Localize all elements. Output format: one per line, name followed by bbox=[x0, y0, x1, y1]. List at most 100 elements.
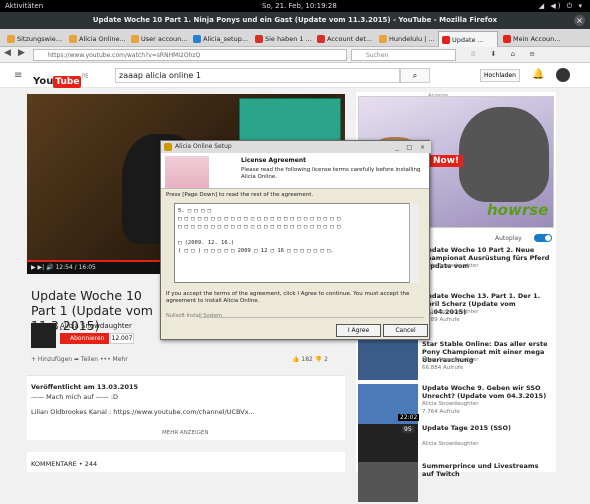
video-actions[interactable]: + Hinzufügen ➦ Teilen ••• Mehr bbox=[31, 356, 128, 363]
clock[interactable]: So, 21. Feb, 10:19:28 bbox=[262, 2, 337, 10]
search-input[interactable]: Suchen bbox=[351, 49, 456, 61]
browser-tab[interactable]: Sitzungswie... bbox=[4, 31, 64, 47]
account-avatar[interactable] bbox=[556, 68, 570, 82]
forward-button[interactable]: ▶ bbox=[18, 48, 25, 58]
browser-tab[interactable]: Alicia Online... bbox=[66, 31, 126, 47]
video-thumbnail[interactable]: 95 bbox=[358, 424, 418, 464]
dialog-heading: License Agreement bbox=[241, 157, 307, 164]
recommended-video-channel: Alicia Snowdaughter bbox=[422, 263, 479, 269]
recommended-video[interactable]: 22:02 Update Woche 9. Geben wir SSO Unrec… bbox=[358, 384, 554, 426]
browser-tab[interactable]: User accoun... bbox=[128, 31, 188, 47]
autoplay-toggle[interactable] bbox=[534, 234, 552, 242]
window-close-button[interactable]: × bbox=[574, 15, 585, 26]
recommended-video-views: 7.764 Aufrufe bbox=[422, 409, 460, 415]
license-text-line: □ (2009. 12. 16.) bbox=[178, 240, 235, 246]
tab-label: Account det... bbox=[327, 35, 373, 43]
guide-menu-icon[interactable]: ≡ bbox=[14, 70, 22, 81]
recommended-video-title[interactable]: Update Tage 2015 (SSO) bbox=[422, 424, 552, 432]
gnome-top-bar: Aktivitäten So, 21. Feb, 10:19:28 ◢ ◀) ⏻… bbox=[0, 0, 590, 12]
browser-tab[interactable]: Update ... bbox=[438, 31, 498, 47]
video-thumbnail[interactable]: 22:02 bbox=[358, 384, 420, 424]
recommended-video-title[interactable]: Summerprince und Livestreams auf Twitch bbox=[422, 462, 552, 478]
publish-date: Veröffentlicht am 13.03.2015 bbox=[31, 383, 139, 391]
cancel-button[interactable]: Cancel bbox=[383, 324, 428, 337]
license-text-line: ( □ □ ) □ □ □ □ □ 2009 □ 12 □ 16 □ □ □ □… bbox=[178, 248, 334, 254]
notifications-bell-icon[interactable]: 🔔 bbox=[532, 69, 544, 80]
navigation-toolbar: ◀ ▶ https://www.youtube.com/watch?v=sRNH… bbox=[0, 47, 590, 63]
recommended-video-channel: Alicia Snowdaughter bbox=[422, 401, 479, 407]
subscribe-button[interactable]: Abonnieren bbox=[60, 333, 109, 344]
youtube-search-input[interactable]: zaaap alicia online 1 bbox=[115, 68, 400, 83]
dialog-header: License Agreement Please read the follow… bbox=[161, 153, 429, 189]
dialog-title: Alicia Online Setup bbox=[175, 143, 232, 150]
browser-tab[interactable]: Alicia_setup... bbox=[190, 31, 250, 47]
browser-tab[interactable]: Account det... bbox=[314, 31, 374, 47]
tab-label: User accoun... bbox=[141, 35, 188, 43]
agree-button[interactable]: I Agree bbox=[336, 324, 381, 337]
upload-button[interactable]: Hochladen bbox=[480, 69, 520, 82]
tab-label: Hundelulu | ... bbox=[389, 35, 435, 43]
license-text-area[interactable]: 5. □ □ □ □ □ □ □ □ □ □ □ □ □ □ □ □ □ □ □ … bbox=[174, 203, 419, 283]
show-more-button[interactable]: MEHR ANZEIGEN bbox=[162, 430, 209, 436]
channel-name[interactable]: Alicia Snowdaughter bbox=[60, 322, 132, 330]
activities-button[interactable]: Aktivitäten bbox=[5, 2, 43, 10]
playlist-count-badge: 95 bbox=[402, 426, 414, 433]
installer-icon bbox=[164, 143, 172, 151]
channel-avatar[interactable] bbox=[31, 323, 56, 348]
alicia-logo-image bbox=[165, 156, 209, 188]
recommended-video[interactable]: Star Stable Online: Das aller erste Pony… bbox=[358, 340, 554, 382]
tab-favicon-icon bbox=[69, 35, 77, 43]
youtube-search-button[interactable]: ⌕ bbox=[400, 68, 430, 83]
dialog-accept-question: If you accept the terms of the agreement… bbox=[166, 291, 410, 304]
license-text-line: □ □ □ □ □ □ □ □ □ □ □ □ □ □ □ □ □ □ □ □ … bbox=[178, 216, 341, 222]
tab-label: Mein Accoun... bbox=[513, 35, 560, 43]
tab-favicon-icon bbox=[503, 35, 511, 43]
system-menu-icons[interactable]: ◢ ◀) ⏻ ▾ bbox=[539, 2, 584, 11]
toolbar-icons[interactable]: ☆ ⬇ ⌂ ≡ bbox=[470, 50, 541, 58]
description-line: —— Mach mich auf —— :D bbox=[31, 393, 119, 401]
license-scrollbar[interactable] bbox=[409, 203, 419, 283]
window-title-bar: Update Woche 10 Part 1. Ninja Ponys und … bbox=[0, 12, 590, 29]
back-button[interactable]: ◀ bbox=[4, 48, 11, 58]
ad-horse-image bbox=[459, 107, 549, 202]
browser-tab[interactable]: Hundelulu | ... bbox=[376, 31, 436, 47]
recommended-video-title[interactable]: Update Woche 9. Geben wir SSO Unrecht? (… bbox=[422, 384, 552, 400]
youtube-header: ≡ You TubeDE zaaap alicia online 1 ⌕ Hoch… bbox=[0, 63, 590, 88]
tab-strip: Sitzungswie... Alicia Online... User accou… bbox=[0, 29, 590, 47]
dialog-instruction: Press [Page Down] to read the rest of th… bbox=[166, 192, 314, 198]
url-input[interactable]: https://www.youtube.com/watch?v=sRNHMI2O… bbox=[33, 49, 347, 61]
video-duration: 22:02 bbox=[398, 414, 420, 421]
recommended-video-channel: Alicia Snowdaughter bbox=[422, 357, 479, 363]
video-thumbnail[interactable] bbox=[358, 462, 418, 502]
license-text-line bbox=[178, 231, 415, 239]
license-text-line: □ □ □ □ □ □ □ □ □ □ □ □ □ □ □ □ □ □ □ □ … bbox=[178, 224, 341, 230]
toggle-knob bbox=[545, 235, 551, 241]
dialog-separator bbox=[199, 317, 424, 318]
recommended-video[interactable]: Summerprince und Livestreams auf Twitch bbox=[358, 462, 554, 504]
tab-favicon-icon bbox=[317, 35, 325, 43]
browser-tab[interactable]: Sie haben 1 ... bbox=[252, 31, 312, 47]
like-dislike-counts[interactable]: 👍 182 👎 2 bbox=[292, 356, 328, 363]
tab-favicon-icon bbox=[193, 35, 201, 43]
tab-label: Alicia_setup... bbox=[203, 35, 249, 43]
dialog-subheading: Please read the following license terms … bbox=[241, 167, 421, 180]
window-title: Update Woche 10 Part 1. Ninja Ponys und … bbox=[92, 16, 498, 24]
ad-brand-logo: howrse bbox=[487, 201, 549, 219]
tab-favicon-icon bbox=[379, 35, 387, 43]
video-thumbnail[interactable] bbox=[358, 340, 418, 380]
subscriber-count: 12.007 bbox=[110, 333, 134, 344]
license-text-line: 5. □ □ □ □ bbox=[178, 208, 212, 214]
browser-tab[interactable]: Mein Accoun... bbox=[500, 31, 560, 47]
recommended-video-views: 66.884 Aufrufe bbox=[422, 365, 464, 371]
recommended-video[interactable]: 95 Update Tage 2015 (SSO) Alicia Snowdaugh… bbox=[358, 424, 554, 466]
tab-label: Alicia Online... bbox=[79, 35, 126, 43]
youtube-logo[interactable]: You TubeDE bbox=[33, 69, 88, 88]
tab-label: Sie haben 1 ... bbox=[265, 35, 312, 43]
recommended-video-channel: Alicia Snowdaughter bbox=[422, 309, 479, 315]
dialog-title-bar: Alicia Online Setup _ □ × bbox=[161, 141, 431, 153]
nsis-branding: Nullsoft Install System bbox=[166, 313, 222, 319]
description-line: Lilian Oldbrookes Kanal : https://www.yo… bbox=[31, 408, 255, 416]
search-icon: ⌕ bbox=[412, 71, 418, 80]
ad-now-badge: Now! bbox=[429, 155, 464, 167]
installer-dialog: Alicia Online Setup _ □ × License Agreem… bbox=[160, 140, 431, 340]
